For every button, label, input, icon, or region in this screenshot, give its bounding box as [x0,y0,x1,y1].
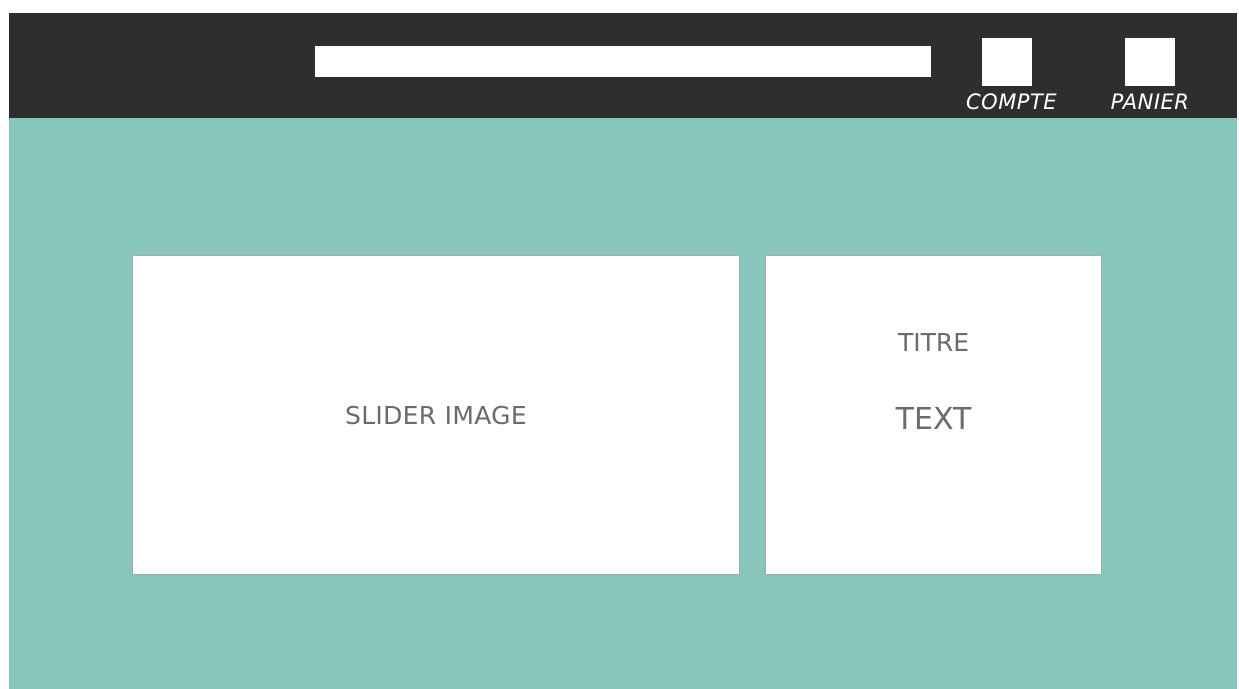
cart-icon[interactable] [1125,38,1175,86]
info-title: TITRE [897,328,970,357]
account-label: COMPTE [966,90,1058,114]
image-slider[interactable]: SLIDER IMAGE [132,255,740,575]
account-nav-item[interactable]: COMPTE [966,38,1058,116]
site-header: COMPTE PANIER [9,13,1237,118]
info-text: TEXT [895,402,972,437]
main-content: SLIDER IMAGE TITRE TEXT [9,118,1237,689]
cart-nav-item[interactable]: PANIER [1102,38,1198,116]
slider-label: SLIDER IMAGE [345,400,527,430]
search-input[interactable] [315,46,931,77]
page-frame: COMPTE PANIER SLIDER IMAGE TITRE TEXT [9,13,1237,689]
account-icon[interactable] [982,38,1032,86]
cart-label: PANIER [1110,90,1190,114]
info-panel: TITRE TEXT [765,255,1102,575]
